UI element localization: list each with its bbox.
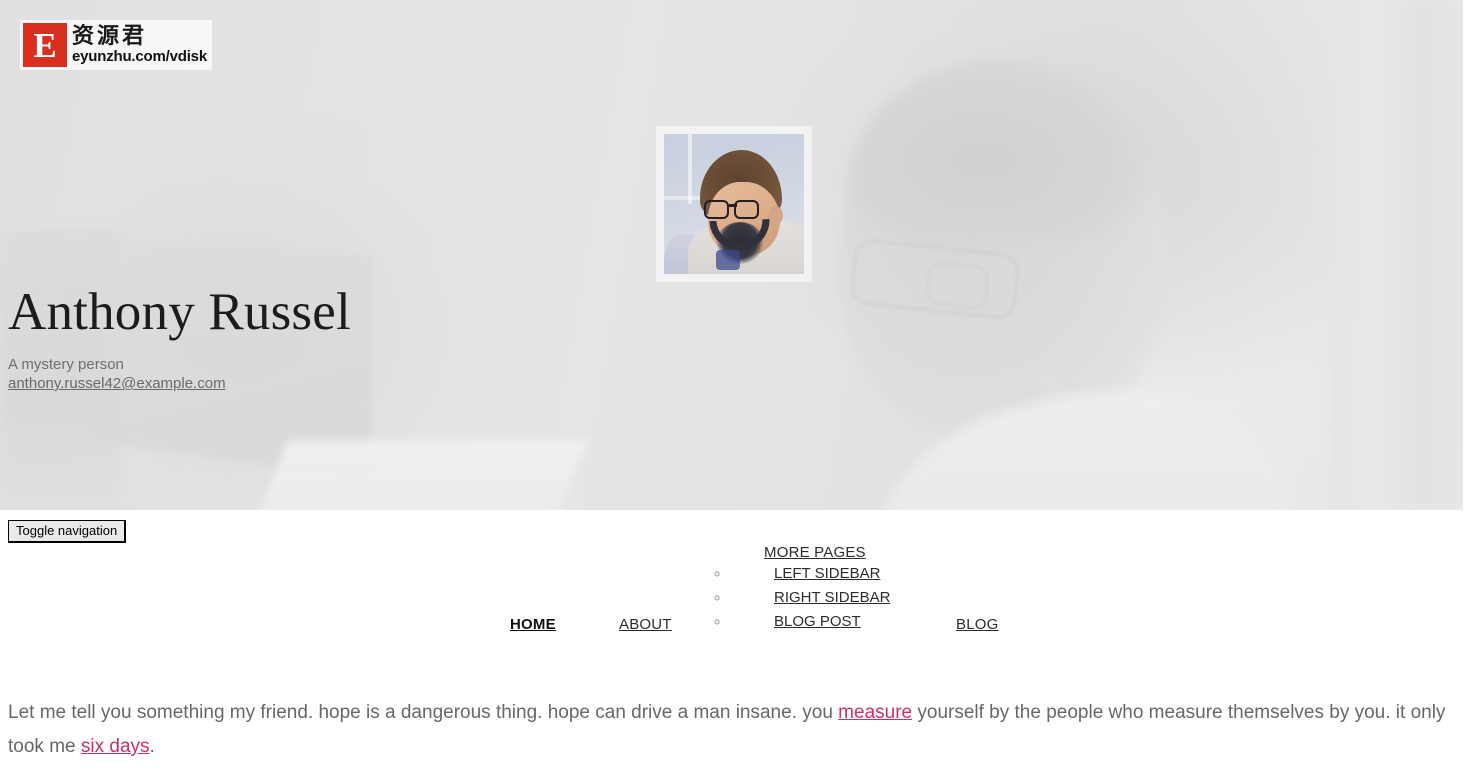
nav-item-more-pages[interactable]: MORE PAGES bbox=[764, 544, 866, 561]
watermark-text: 资源君 eyunzhu.com/vdisk bbox=[72, 24, 207, 65]
avatar bbox=[656, 126, 812, 282]
nav-links: HOME ABOUT MORE PAGES BLOG LEFT SIDEBAR … bbox=[0, 510, 1470, 633]
dropdown-item-blog-post[interactable]: BLOG POST bbox=[774, 613, 861, 630]
hero-tagline: A mystery person bbox=[8, 356, 124, 373]
watermark-chinese-label: 资源君 bbox=[72, 24, 148, 49]
paragraph-text-part-3: . bbox=[149, 736, 155, 757]
watermark-logo: E 资源君 eyunzhu.com/vdisk bbox=[20, 20, 212, 70]
watermark-badge-icon: E bbox=[23, 23, 67, 67]
dropdown-item-left-sidebar[interactable]: LEFT SIDEBAR bbox=[774, 565, 880, 582]
paragraph-text-part-1: Let me tell you something my friend. hop… bbox=[8, 702, 839, 723]
list-item: RIGHT SIDEBAR bbox=[730, 586, 890, 610]
avatar-shirt-detail bbox=[716, 250, 740, 270]
avatar-photo bbox=[664, 134, 804, 274]
dropdown-item-right-sidebar[interactable]: RIGHT SIDEBAR bbox=[774, 589, 890, 606]
hero-email-link[interactable]: anthony.russel42@example.com bbox=[8, 375, 226, 392]
avatar-wall-line bbox=[688, 134, 692, 204]
intro-paragraph: Let me tell you something my friend. hop… bbox=[8, 696, 1463, 764]
nav-item-about[interactable]: ABOUT bbox=[619, 616, 672, 633]
avatar-glasses-icon bbox=[704, 200, 766, 220]
page-title: Anthony Russel bbox=[8, 283, 351, 341]
nav-item-blog[interactable]: BLOG bbox=[956, 616, 998, 633]
six-days-link[interactable]: six days bbox=[81, 736, 150, 757]
measure-link[interactable]: measure bbox=[838, 702, 912, 723]
watermark-url-label: eyunzhu.com/vdisk bbox=[72, 48, 207, 65]
list-item: BLOG POST bbox=[730, 610, 861, 634]
list-item: LEFT SIDEBAR bbox=[730, 562, 880, 586]
main-content: Let me tell you something my friend. hop… bbox=[8, 696, 1463, 764]
avatar-ear bbox=[768, 206, 783, 225]
hero-header: E 资源君 eyunzhu.com/vdisk Anthony Russel A… bbox=[0, 0, 1463, 510]
avatar-glasses-bridge bbox=[729, 204, 737, 207]
navbar: Toggle navigation HOME ABOUT MORE PAGES … bbox=[0, 510, 1470, 665]
more-pages-dropdown: LEFT SIDEBAR RIGHT SIDEBAR BLOG POST bbox=[712, 562, 890, 634]
nav-item-home[interactable]: HOME bbox=[510, 616, 556, 633]
